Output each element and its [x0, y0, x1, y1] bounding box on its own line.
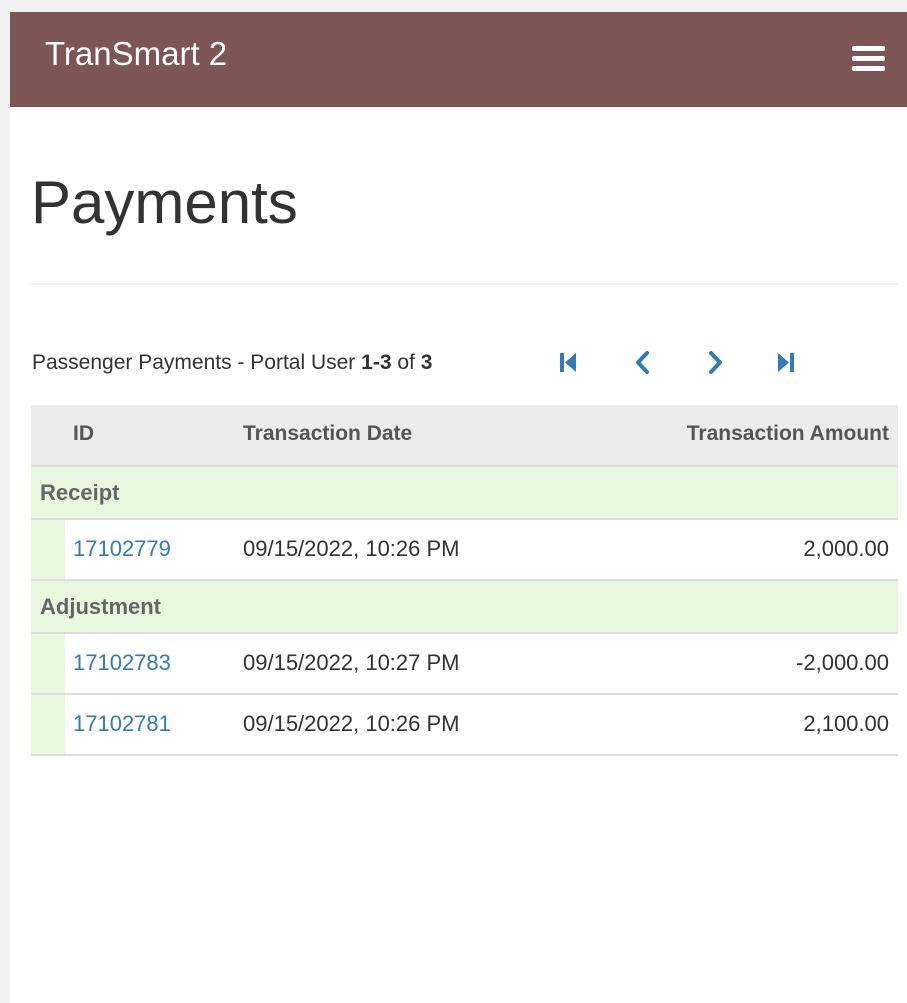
transaction-date: 09/15/2022, 10:26 PM	[243, 711, 460, 736]
table-header: ID Transaction Date Transaction Amount	[31, 405, 898, 467]
list-title: Passenger Payments - Portal User 1-3 of …	[32, 351, 432, 375]
next-page-button[interactable]	[696, 342, 736, 382]
table-row[interactable]: 17102779 09/15/2022, 10:26 PM 2,000.00	[31, 520, 898, 581]
chevron-left-icon	[636, 351, 649, 374]
column-header-transaction-date[interactable]: Transaction Date	[243, 421, 412, 447]
column-header-id[interactable]: ID	[73, 421, 94, 447]
first-page-icon	[560, 353, 576, 372]
chevron-right-icon	[709, 351, 722, 374]
transaction-amount: -2,000.00	[796, 650, 889, 675]
group-row-receipt[interactable]: Receipt	[31, 467, 898, 520]
transaction-id-link[interactable]: 17102783	[73, 650, 171, 676]
transaction-amount: 2,100.00	[803, 711, 889, 736]
row-group-indent	[31, 634, 65, 693]
transaction-date: 09/15/2022, 10:26 PM	[243, 536, 460, 561]
payments-table: ID Transaction Date Transaction Amount R…	[31, 405, 898, 756]
group-row-adjustment[interactable]: Adjustment	[31, 581, 898, 634]
table-row[interactable]: 17102783 09/15/2022, 10:27 PM -2,000.00	[31, 634, 898, 695]
hamburger-menu-icon[interactable]	[846, 39, 886, 79]
transaction-date: 09/15/2022, 10:27 PM	[243, 650, 460, 675]
row-group-indent	[31, 695, 65, 754]
list-range: 1-3	[361, 351, 392, 374]
list-of-text: of	[391, 351, 421, 374]
top-navbar: TranSmart 2	[10, 12, 907, 107]
transaction-amount: 2,000.00	[803, 536, 889, 561]
group-label: Adjustment	[40, 594, 161, 619]
page-title: Payments	[31, 169, 298, 236]
prev-page-button[interactable]	[623, 342, 663, 382]
table-row[interactable]: 17102781 09/15/2022, 10:26 PM 2,100.00	[31, 695, 898, 756]
column-header-transaction-amount[interactable]: Transaction Amount	[687, 421, 889, 447]
first-page-button[interactable]	[550, 342, 590, 382]
last-page-button[interactable]	[767, 342, 807, 382]
transaction-id-link[interactable]: 17102781	[73, 711, 171, 737]
list-total: 3	[420, 351, 433, 374]
transaction-id-link[interactable]: 17102779	[73, 536, 171, 562]
title-divider	[31, 283, 898, 285]
list-header: Passenger Payments - Portal User 1-3 of …	[31, 342, 898, 382]
row-group-indent	[31, 520, 65, 579]
group-label: Receipt	[40, 480, 120, 505]
last-page-icon	[778, 353, 794, 372]
app-frame: TranSmart 2 Payments Passenger Payments …	[10, 12, 907, 1003]
app-brand[interactable]: TranSmart 2	[45, 34, 227, 74]
list-title-prefix: Passenger Payments - Portal User	[32, 351, 362, 374]
